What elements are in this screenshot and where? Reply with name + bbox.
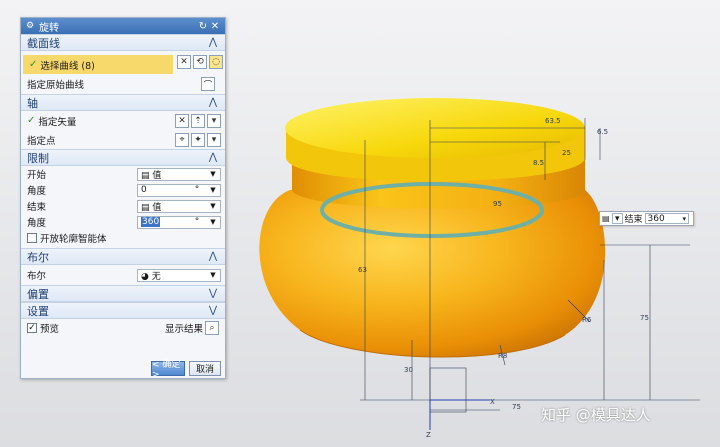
chevron-down-icon: ▼: [210, 202, 216, 210]
chevron-down-icon: ▼: [210, 186, 216, 194]
start-type-dropdown[interactable]: ▤ 值 ▼: [137, 167, 221, 181]
cancel-button[interactable]: 取消: [189, 361, 221, 376]
chevron-up-icon: ⋀: [208, 251, 218, 262]
chevron-down-icon: ▼: [210, 271, 216, 279]
open-profile-checkbox[interactable]: [27, 233, 37, 243]
section-settings-header[interactable]: 设置 ⋁: [21, 302, 225, 319]
search-icon: ⌕: [205, 321, 219, 335]
ok-button[interactable]: < 确定 >: [151, 360, 185, 380]
lid-top: [285, 98, 585, 182]
show-result-button[interactable]: 显示结果 ⌕: [165, 321, 219, 335]
section-offset-header[interactable]: 偏置 ⋁: [21, 285, 225, 302]
watermark: 知乎 @模具达人: [541, 406, 651, 424]
gear-icon: ⚙: [25, 21, 35, 31]
point-dialog-icon[interactable]: ⌖: [175, 132, 189, 147]
curve-rule-icon[interactable]: ⟲: [193, 55, 207, 69]
value-type-icon: ▤: [141, 170, 153, 181]
svg-text:R6: R6: [582, 316, 592, 324]
dialog-title: 旋转: [39, 22, 59, 34]
svg-text:30: 30: [404, 366, 413, 374]
chevron-down-icon: ▼: [210, 218, 216, 226]
specify-origin-curve-label: 指定原始曲线: [27, 80, 85, 91]
end-type-dropdown[interactable]: ▤ 值 ▼: [137, 199, 221, 213]
svg-text:75: 75: [512, 403, 521, 411]
check-icon: ✓: [27, 115, 36, 126]
chevron-down-icon: ⋁: [208, 305, 218, 316]
select-curve-icon[interactable]: ◌: [209, 55, 223, 69]
boolean-none-icon: ◕: [141, 271, 152, 282]
svg-text:8.5: 8.5: [533, 159, 544, 167]
section-axis-header[interactable]: 轴 ⋀: [21, 94, 225, 111]
boolean-dropdown[interactable]: ◕ 无 ▼: [137, 268, 221, 282]
svg-text:95: 95: [493, 200, 502, 208]
close-icon[interactable]: ✕: [209, 21, 221, 32]
point-icon[interactable]: ✦: [191, 132, 205, 147]
svg-text:63.5: 63.5: [545, 117, 561, 125]
svg-text:6.5: 6.5: [597, 128, 608, 136]
axis-triad: X Z: [426, 398, 495, 439]
reset-icon[interactable]: ↻: [197, 21, 209, 32]
floating-end-toolbar: ▤ ▾ 结束 360 ▾: [599, 211, 694, 226]
section-curve-header[interactable]: 截面线 ⋀: [21, 34, 225, 51]
point-dropdown-icon[interactable]: ▾: [207, 132, 221, 147]
value-type-icon: ▤: [141, 202, 153, 213]
svg-text:63: 63: [358, 266, 367, 274]
vector-icon[interactable]: ⇡: [191, 113, 205, 128]
svg-text:R8: R8: [498, 352, 507, 360]
revolve-dialog: ⚙ 旋转 ↻ ✕ 截面线 ⋀ ✓ 选择曲线 (8) ✕ ⟲ ◌ 指定原始曲线 ⌒…: [20, 17, 226, 380]
svg-text:25: 25: [562, 149, 571, 157]
chevron-down-icon: ▾: [682, 214, 686, 223]
chevron-up-icon: ⋀: [208, 97, 218, 108]
preview-checkbox[interactable]: ✓: [27, 323, 37, 333]
check-icon: ✓: [29, 59, 38, 70]
reverse-direction-icon[interactable]: ✕: [175, 113, 189, 128]
value-type-dropdown[interactable]: ▾: [612, 213, 623, 224]
section-boolean-header[interactable]: 布尔 ⋀: [21, 248, 225, 265]
start-angle-input[interactable]: 0 ° ▼: [137, 183, 221, 197]
chevron-up-icon: ⋀: [208, 37, 218, 48]
select-curve-row[interactable]: ✓ 选择曲线 (8): [23, 55, 173, 74]
origin-curve-icon[interactable]: ⌒: [201, 77, 215, 91]
end-value-field[interactable]: 360 ▾: [644, 213, 689, 224]
chevron-up-icon: ⋀: [208, 152, 218, 163]
x-axis-label: X: [490, 398, 495, 406]
value-type-icon: ▤: [602, 214, 610, 223]
section-limits-header[interactable]: 限制 ⋀: [21, 149, 225, 166]
z-axis-label: Z: [426, 431, 431, 439]
end-label: 结束: [624, 215, 643, 225]
chevron-down-icon: ⋁: [208, 288, 218, 299]
vector-dropdown-icon[interactable]: ▾: [207, 113, 221, 128]
deselect-icon[interactable]: ✕: [177, 55, 191, 69]
dialog-titlebar: ⚙ 旋转 ↻ ✕: [21, 18, 225, 34]
revolved-body[interactable]: [259, 190, 606, 358]
chevron-down-icon: ▼: [210, 170, 216, 178]
end-angle-input[interactable]: 360 ° ▼: [137, 215, 221, 229]
svg-text:75: 75: [640, 314, 649, 322]
